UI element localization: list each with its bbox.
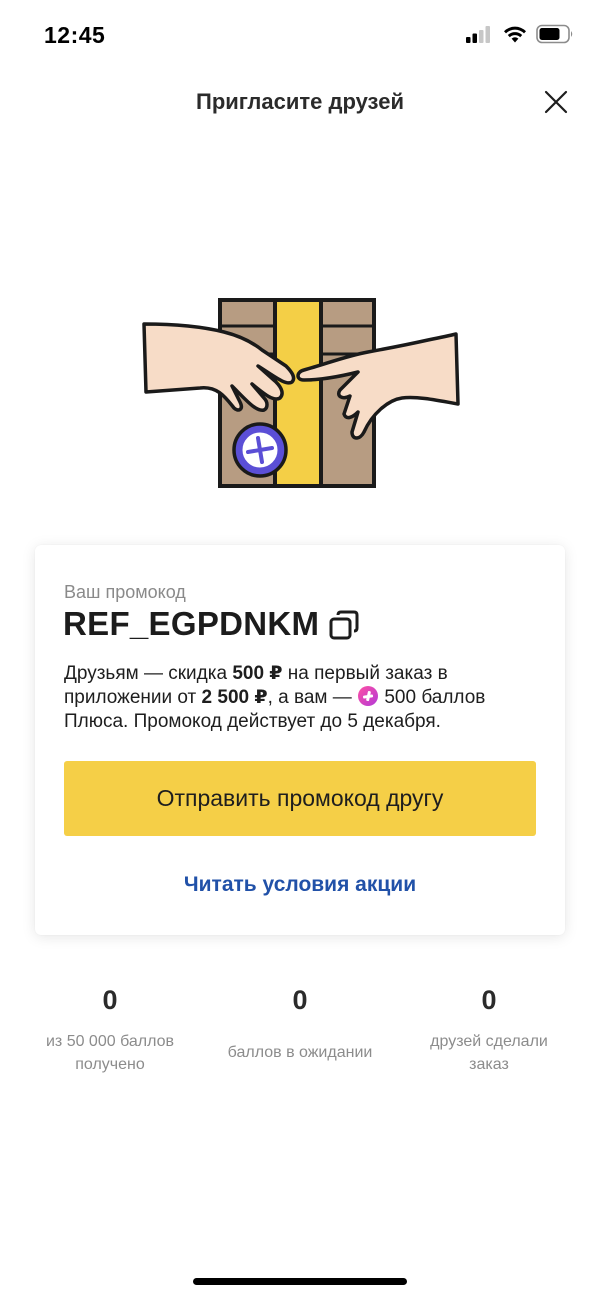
page-title: Пригласите друзей [196, 89, 404, 114]
stat-friends-ordered: 0 друзей сделали заказ [389, 982, 589, 1076]
plus-points-icon [358, 686, 379, 706]
promo-desc-text: Друзьям — скидка [64, 663, 233, 684]
stat-label: друзей сделали заказ [430, 1033, 548, 1073]
promo-description: Друзьям — скидка 500 ₽ на первый заказ в… [64, 662, 544, 734]
referral-stats: 0 из 50 000 баллов получено 0 баллов в о… [0, 982, 600, 1092]
promo-discount: 500 ₽ [232, 663, 283, 684]
stat-label: из 50 000 баллов получено [45, 1033, 175, 1073]
header: Пригласите друзей [0, 70, 600, 134]
promo-desc-text: , а вам — [267, 687, 358, 708]
stat-points-received: 0 из 50 000 баллов получено [10, 982, 210, 1076]
stat-value: 0 [102, 985, 118, 1015]
status-icons [466, 24, 574, 44]
copy-icon[interactable] [329, 610, 359, 640]
promo-code-row: REF_EGPDNKM [63, 605, 359, 643]
stat-label: баллов в ожидании [227, 1044, 373, 1061]
promo-card: Ваш промокод REF_EGPDNKM Друзьям — скидк… [35, 545, 565, 935]
close-button[interactable] [538, 84, 574, 120]
stat-points-pending: 0 баллов в ожидании [200, 982, 400, 1064]
promo-min-order: 2 500 ₽ [201, 687, 268, 708]
battery-icon [536, 24, 573, 44]
status-time: 12:45 [44, 22, 106, 48]
home-indicator[interactable] [193, 1278, 407, 1285]
hands-parcel-illustration [142, 298, 460, 488]
wifi-icon [504, 26, 526, 43]
cellular-signal-icon [466, 26, 490, 43]
stat-value: 0 [481, 985, 497, 1015]
send-promo-button[interactable]: Отправить промокод другу [64, 761, 536, 836]
promo-label: Ваш промокод [64, 582, 186, 602]
status-bar: 12:45 [0, 0, 600, 70]
close-icon[interactable] [544, 90, 568, 114]
promo-code[interactable]: REF_EGPDNKM [63, 605, 319, 643]
stat-value: 0 [292, 985, 308, 1015]
terms-link[interactable]: Читать условия акции [35, 873, 565, 897]
